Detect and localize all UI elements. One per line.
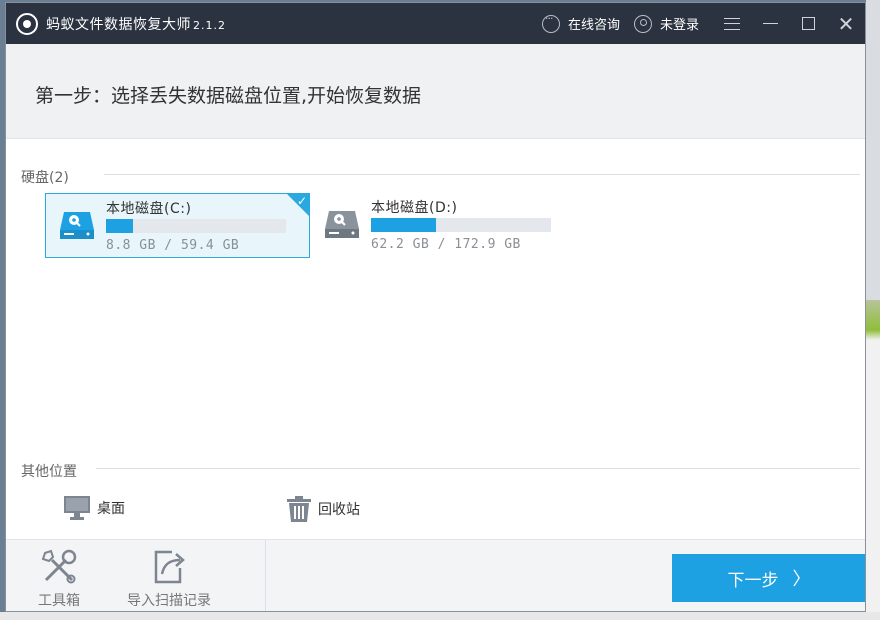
user-icon <box>633 14 652 33</box>
checkmark-icon: ✓ <box>296 194 307 208</box>
disk-name: 本地磁盘(C:) <box>106 201 192 217</box>
hamburger-menu-icon <box>724 17 740 30</box>
disk-usage-fill <box>106 219 133 233</box>
minimize-button[interactable] <box>751 3 789 44</box>
location-desktop[interactable]: 桌面 <box>63 495 125 521</box>
desktop-monitor-icon <box>64 496 90 520</box>
title-bar-actions: 在线咨询 未登录 ✕ <box>541 3 865 44</box>
app-version: 2.1.2 <box>193 18 226 32</box>
bottom-divider <box>265 540 266 611</box>
disk-usage-fill <box>371 218 436 232</box>
toolbox-button[interactable]: 工具箱 <box>38 548 80 610</box>
disk-card-c[interactable]: ✓ 本地磁盘(C:) 8.8 GB / 59.4 GB <box>45 193 310 258</box>
import-scan-record-button[interactable]: 导入扫描记录 <box>127 548 211 610</box>
disk-size: 62.2 GB / 172.9 GB <box>371 237 521 252</box>
maximize-icon <box>801 17 815 30</box>
login-label: 未登录 <box>659 18 699 33</box>
minimize-icon <box>762 23 778 24</box>
other-locations-section-label: 其他位置 <box>21 464 77 480</box>
chevron-right-icon: 〉 <box>792 569 811 590</box>
location-label: 桌面 <box>97 501 125 517</box>
next-step-label: 下一步 <box>727 570 779 591</box>
maximize-button[interactable] <box>789 3 827 44</box>
step-header: 第一步：选择丢失数据磁盘位置,开始恢复数据 <box>6 44 865 139</box>
background-desktop-right <box>866 0 880 620</box>
toolbox-label: 工具箱 <box>38 593 80 609</box>
login-button[interactable]: 未登录 <box>633 14 699 33</box>
disk-usage-bar <box>106 219 286 233</box>
bottom-toolbar: 工具箱 导入扫描记录 下一步 〉 <box>6 539 865 611</box>
disk-card-d[interactable]: 本地磁盘(D:) 62.2 GB / 172.9 GB <box>311 193 576 258</box>
recycle-bin-icon <box>287 496 311 522</box>
tools-icon <box>41 549 77 584</box>
hard-drive-icon <box>325 211 359 238</box>
next-step-button[interactable]: 下一步 〉 <box>672 554 865 602</box>
disk-usage-bar <box>371 218 551 232</box>
page-title: 第一步：选择丢失数据磁盘位置,开始恢复数据 <box>35 85 422 107</box>
location-recycle-bin[interactable]: 回收站 <box>286 495 360 523</box>
close-button[interactable]: ✕ <box>827 3 865 44</box>
close-icon: ✕ <box>837 11 855 36</box>
app-window: 蚂蚁文件数据恢复大师 2.1.2 在线咨询 未登录 ✕ <box>5 2 866 612</box>
chat-bubble-icon <box>541 12 560 33</box>
hard-drive-icon <box>60 212 94 239</box>
location-label: 回收站 <box>318 502 360 518</box>
import-export-icon <box>154 550 185 584</box>
disk-name: 本地磁盘(D:) <box>371 200 458 216</box>
menu-button[interactable] <box>713 3 751 44</box>
online-consult-button[interactable]: 在线咨询 <box>541 12 620 33</box>
background-desktop-bottom <box>0 612 880 620</box>
app-title: 蚂蚁文件数据恢复大师 <box>46 16 191 33</box>
other-locations-section-divider <box>96 468 860 469</box>
disk-size: 8.8 GB / 59.4 GB <box>106 238 240 253</box>
title-bar: 蚂蚁文件数据恢复大师 2.1.2 在线咨询 未登录 ✕ <box>6 3 865 44</box>
import-scan-record-label: 导入扫描记录 <box>127 593 211 609</box>
hard-disk-section-label: 硬盘(2) <box>21 170 69 186</box>
app-logo-icon <box>16 12 38 35</box>
online-consult-label: 在线咨询 <box>567 18 620 33</box>
hard-disk-section-divider <box>104 174 860 175</box>
